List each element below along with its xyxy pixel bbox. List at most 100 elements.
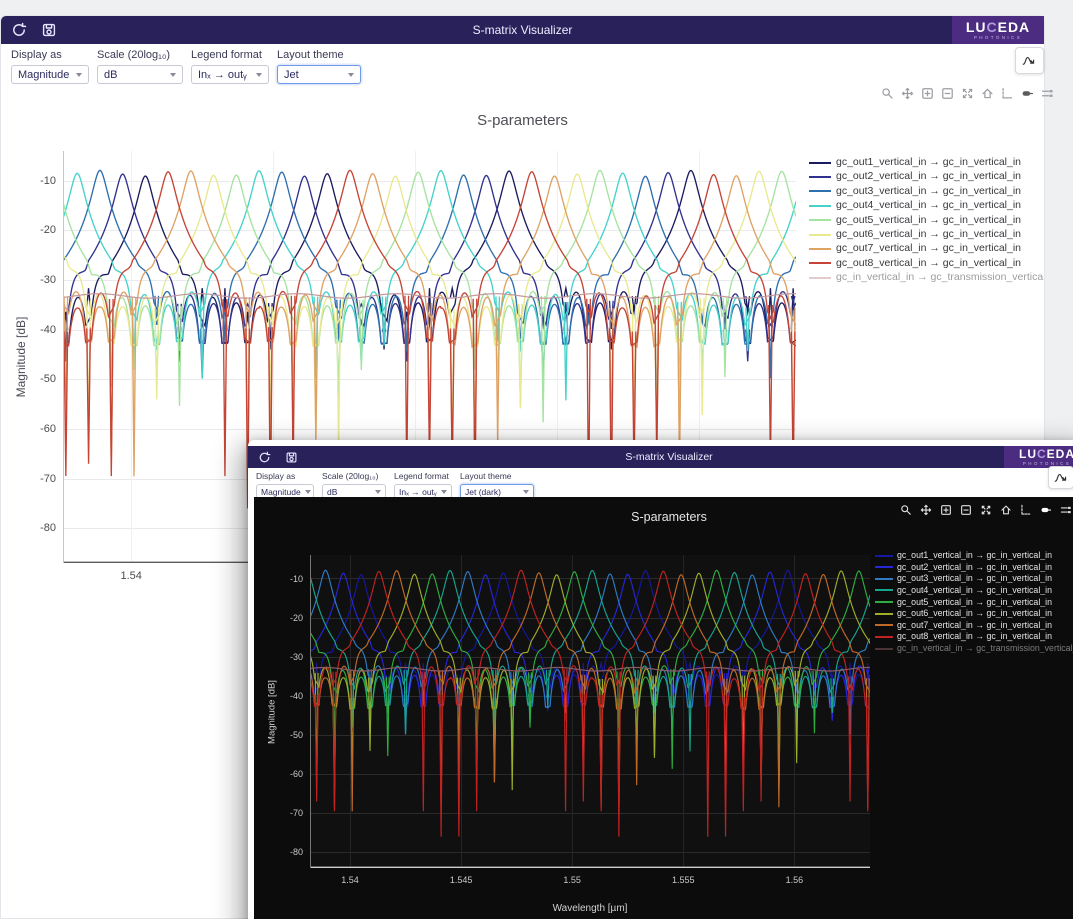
plot-title: S-parameters [248, 510, 1073, 524]
toolbar: Display as Magnitude Scale (20log₁₀) dB … [11, 49, 361, 84]
plot-canvas[interactable] [310, 555, 870, 868]
legend-label: gc_out7_vertical_in → gc_in_vertical_in [897, 621, 1052, 630]
y-tick-label: -80 [290, 847, 303, 857]
legend-label: gc_out2_vertical_in → gc_in_vertical_in [897, 563, 1052, 572]
legend-item[interactable]: gc_out2_vertical_in → gc_in_vertical_in [809, 171, 1047, 182]
spikelines-icon[interactable] [999, 86, 1016, 101]
layout-theme-select[interactable]: Jet [277, 65, 361, 84]
legend-swatch [875, 601, 893, 603]
legend-item[interactable]: gc_out5_vertical_in → gc_in_vertical_in [809, 215, 1047, 226]
y-tick-label: -10 [290, 574, 303, 584]
legend-item[interactable]: gc_out1_vertical_in → gc_in_vertical_in [875, 551, 1073, 560]
scale-label: Scale (20log₁₀) [322, 471, 386, 481]
legend-item[interactable]: gc_in_vertical_in → gc_transmission_vert… [875, 644, 1073, 653]
y-tick-label: -50 [40, 373, 56, 385]
legend-swatch [809, 262, 831, 264]
chevron-down-icon [256, 73, 262, 77]
plot-panel-button[interactable] [1015, 47, 1044, 74]
luceda-logo-subtext: PHOTONICS [974, 36, 1022, 41]
legend-swatch [875, 566, 893, 568]
zoom-icon[interactable] [879, 86, 896, 101]
legend-item[interactable]: gc_out2_vertical_in → gc_in_vertical_in [875, 563, 1073, 572]
legend-format-label: Legend format [394, 471, 452, 481]
save-button[interactable] [285, 451, 298, 464]
hover-closest-icon[interactable] [1019, 86, 1036, 101]
plot-panel-button[interactable] [1048, 466, 1073, 489]
legend-item[interactable]: gc_out4_vertical_in → gc_in_vertical_in [875, 586, 1073, 595]
y-tick-label: -50 [290, 730, 303, 740]
legend-item[interactable]: gc_out8_vertical_in → gc_in_vertical_in [809, 258, 1047, 269]
legend-swatch [875, 578, 893, 580]
display-as-label: Display as [11, 49, 89, 61]
y-tick-label: -80 [40, 522, 56, 534]
legend-label: gc_out3_vertical_in → gc_in_vertical_in [897, 574, 1052, 583]
hover-compare-icon[interactable] [1039, 86, 1056, 101]
window-title: S-matrix Visualizer [248, 451, 1073, 463]
toolbar: Display as Magnitude Scale (20log₁₀) dB … [256, 471, 534, 499]
x-axis-label: Wavelength [µm] [310, 903, 870, 914]
legend-swatch [809, 277, 831, 279]
legend-item[interactable]: gc_out8_vertical_in → gc_in_vertical_in [875, 632, 1073, 641]
autoscale-icon[interactable] [959, 86, 976, 101]
luceda-logo: LUCEDA PHOTONICS [1004, 446, 1073, 468]
y-tick-label: -20 [40, 224, 56, 236]
chevron-down-icon [170, 73, 176, 77]
plot-legend: gc_out1_vertical_in → gc_in_vertical_ing… [809, 157, 1047, 287]
luceda-logo: LUCEDA PHOTONICS [952, 16, 1044, 44]
legend-item[interactable]: gc_out7_vertical_in → gc_in_vertical_in [875, 621, 1073, 630]
y-tick-label: -10 [40, 175, 56, 187]
window-title: S-matrix Visualizer [1, 23, 1044, 37]
legend-item[interactable]: gc_in_vertical_in → gc_transmission_vert… [809, 272, 1047, 283]
chevron-down-icon [441, 490, 447, 494]
desktop: S-matrix Visualizer LUCEDA PHOTONICS Dis… [0, 0, 1073, 919]
save-button[interactable] [41, 22, 57, 38]
legend-label: gc_in_vertical_in → gc_transmission_vert… [897, 644, 1073, 653]
legend-swatch [809, 234, 831, 236]
y-tick-label: -30 [40, 274, 56, 286]
legend-format-select[interactable]: Inₓ → outᵧ [191, 65, 269, 84]
legend-swatch [809, 176, 831, 178]
legend-swatch [875, 624, 893, 626]
legend-label: gc_out5_vertical_in → gc_in_vertical_in [836, 215, 1021, 226]
legend-label: gc_out2_vertical_in → gc_in_vertical_in [836, 171, 1021, 182]
legend-item[interactable]: gc_out4_vertical_in → gc_in_vertical_in [809, 200, 1047, 211]
plot-area: Magnitude [dB] Wavelength [µm] gc_out1_v… [310, 555, 870, 868]
legend-item[interactable]: gc_out3_vertical_in → gc_in_vertical_in [809, 186, 1047, 197]
layout-theme-label: Layout theme [277, 49, 361, 61]
legend-item[interactable]: gc_out5_vertical_in → gc_in_vertical_in [875, 598, 1073, 607]
control-scale: Scale (20log₁₀) dB [322, 471, 386, 499]
legend-item[interactable]: gc_out6_vertical_in → gc_in_vertical_in [809, 229, 1047, 240]
legend-swatch [875, 636, 893, 638]
control-layout-theme: Layout theme Jet (dark) [460, 471, 534, 499]
legend-swatch [809, 162, 831, 164]
legend-item[interactable]: gc_out1_vertical_in → gc_in_vertical_in [809, 157, 1047, 168]
pan-icon[interactable] [899, 86, 916, 101]
chevron-down-icon [76, 73, 82, 77]
legend-label: gc_out6_vertical_in → gc_in_vertical_in [897, 609, 1052, 618]
refresh-button[interactable] [11, 22, 27, 38]
reset-axes-icon[interactable] [979, 86, 996, 101]
line-chart-icon [1021, 53, 1038, 68]
plot-title: S-parameters [1, 112, 1044, 129]
x-tick-label: 1.55 [563, 875, 581, 885]
legend-label: gc_in_vertical_in → gc_transmission_vert… [836, 272, 1043, 283]
luceda-logo-text: LUCEDA [966, 20, 1030, 34]
legend-swatch [809, 219, 831, 221]
legend-label: gc_out5_vertical_in → gc_in_vertical_in [897, 598, 1052, 607]
zoom-in-icon[interactable] [919, 86, 936, 101]
control-legend-format: Legend format Inₓ → outᵧ [191, 49, 269, 84]
control-legend-format: Legend format Inₓ → outᵧ [394, 471, 452, 499]
display-as-select[interactable]: Magnitude [11, 65, 89, 84]
legend-item[interactable]: gc_out3_vertical_in → gc_in_vertical_in [875, 574, 1073, 583]
refresh-button[interactable] [258, 451, 271, 464]
zoom-out-icon[interactable] [939, 86, 956, 101]
scale-select[interactable]: dB [97, 65, 183, 84]
legend-item[interactable]: gc_out7_vertical_in → gc_in_vertical_in [809, 243, 1047, 254]
y-tick-label: -70 [40, 473, 56, 485]
legend-item[interactable]: gc_out6_vertical_in → gc_in_vertical_in [875, 609, 1073, 618]
y-tick-label: -30 [290, 652, 303, 662]
legend-label: gc_out4_vertical_in → gc_in_vertical_in [897, 586, 1052, 595]
x-tick-label: 1.54 [341, 875, 359, 885]
y-tick-label: -40 [40, 324, 56, 336]
y-tick-label: -20 [290, 613, 303, 623]
